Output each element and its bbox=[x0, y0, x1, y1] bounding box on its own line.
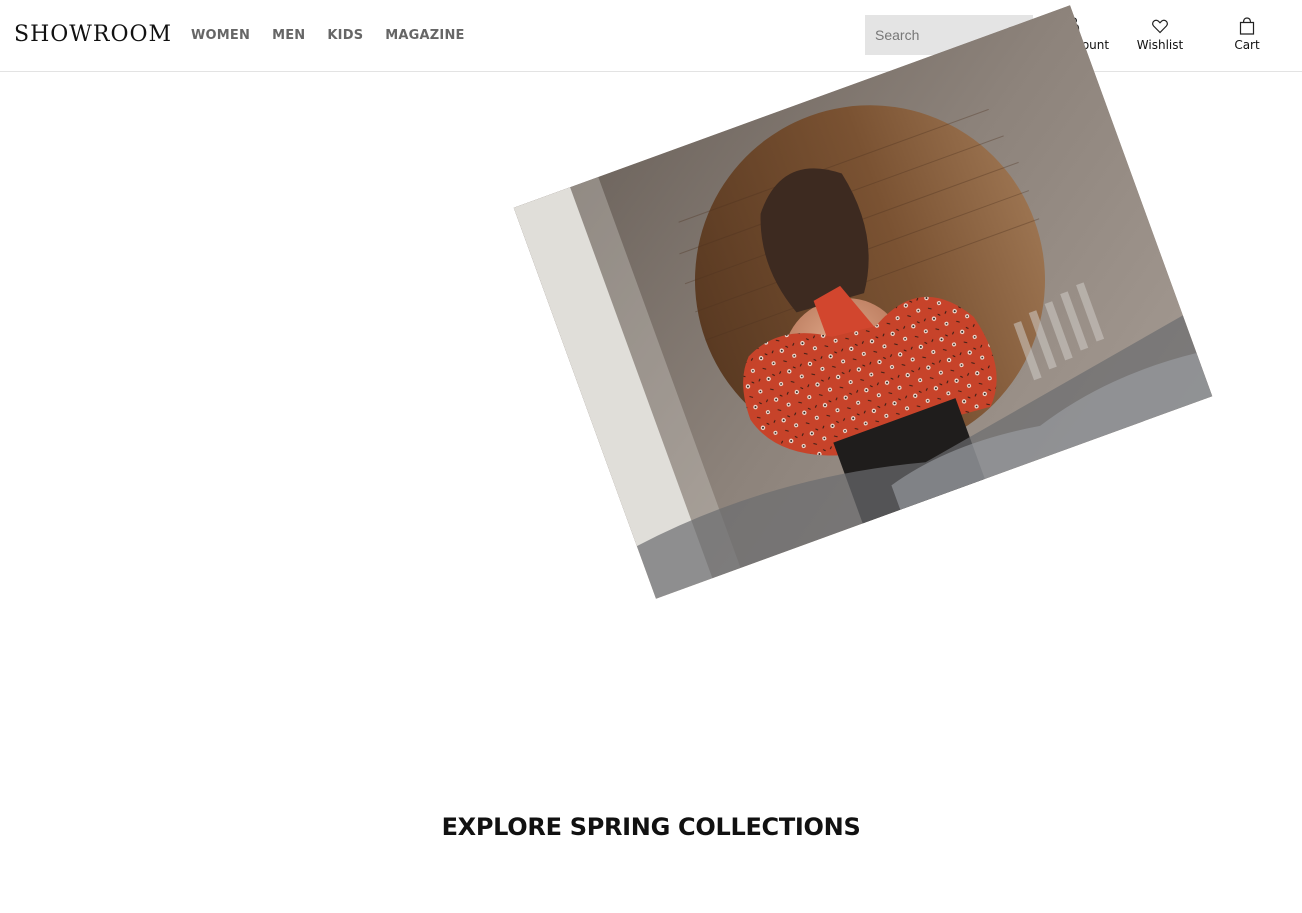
nav-item-women[interactable]: WOMEN bbox=[191, 27, 250, 45]
cart-label: Cart bbox=[1234, 38, 1260, 52]
cart-link[interactable]: Cart bbox=[1228, 17, 1266, 52]
showroom-logo[interactable]: SHOWROOM bbox=[14, 22, 172, 48]
hero-image bbox=[513, 5, 1213, 599]
site-header: SHOWROOM WOMEN MEN KIDS MAGAZINE My acco… bbox=[0, 0, 1302, 72]
wishlist-label: Wishlist bbox=[1136, 38, 1184, 52]
section-title: EXPLORE SPRING COLLECTIONS bbox=[441, 813, 861, 841]
nav-item-kids[interactable]: KIDS bbox=[327, 27, 363, 45]
wishlist-link[interactable]: Wishlist bbox=[1136, 17, 1184, 52]
main-nav: WOMEN MEN KIDS MAGAZINE bbox=[191, 27, 465, 45]
heart-icon bbox=[1136, 17, 1184, 35]
hero-photo bbox=[513, 5, 1213, 599]
nav-item-men[interactable]: MEN bbox=[272, 27, 305, 45]
nav-item-magazine[interactable]: MAGAZINE bbox=[385, 27, 464, 45]
shopping-bag-icon bbox=[1228, 17, 1266, 35]
